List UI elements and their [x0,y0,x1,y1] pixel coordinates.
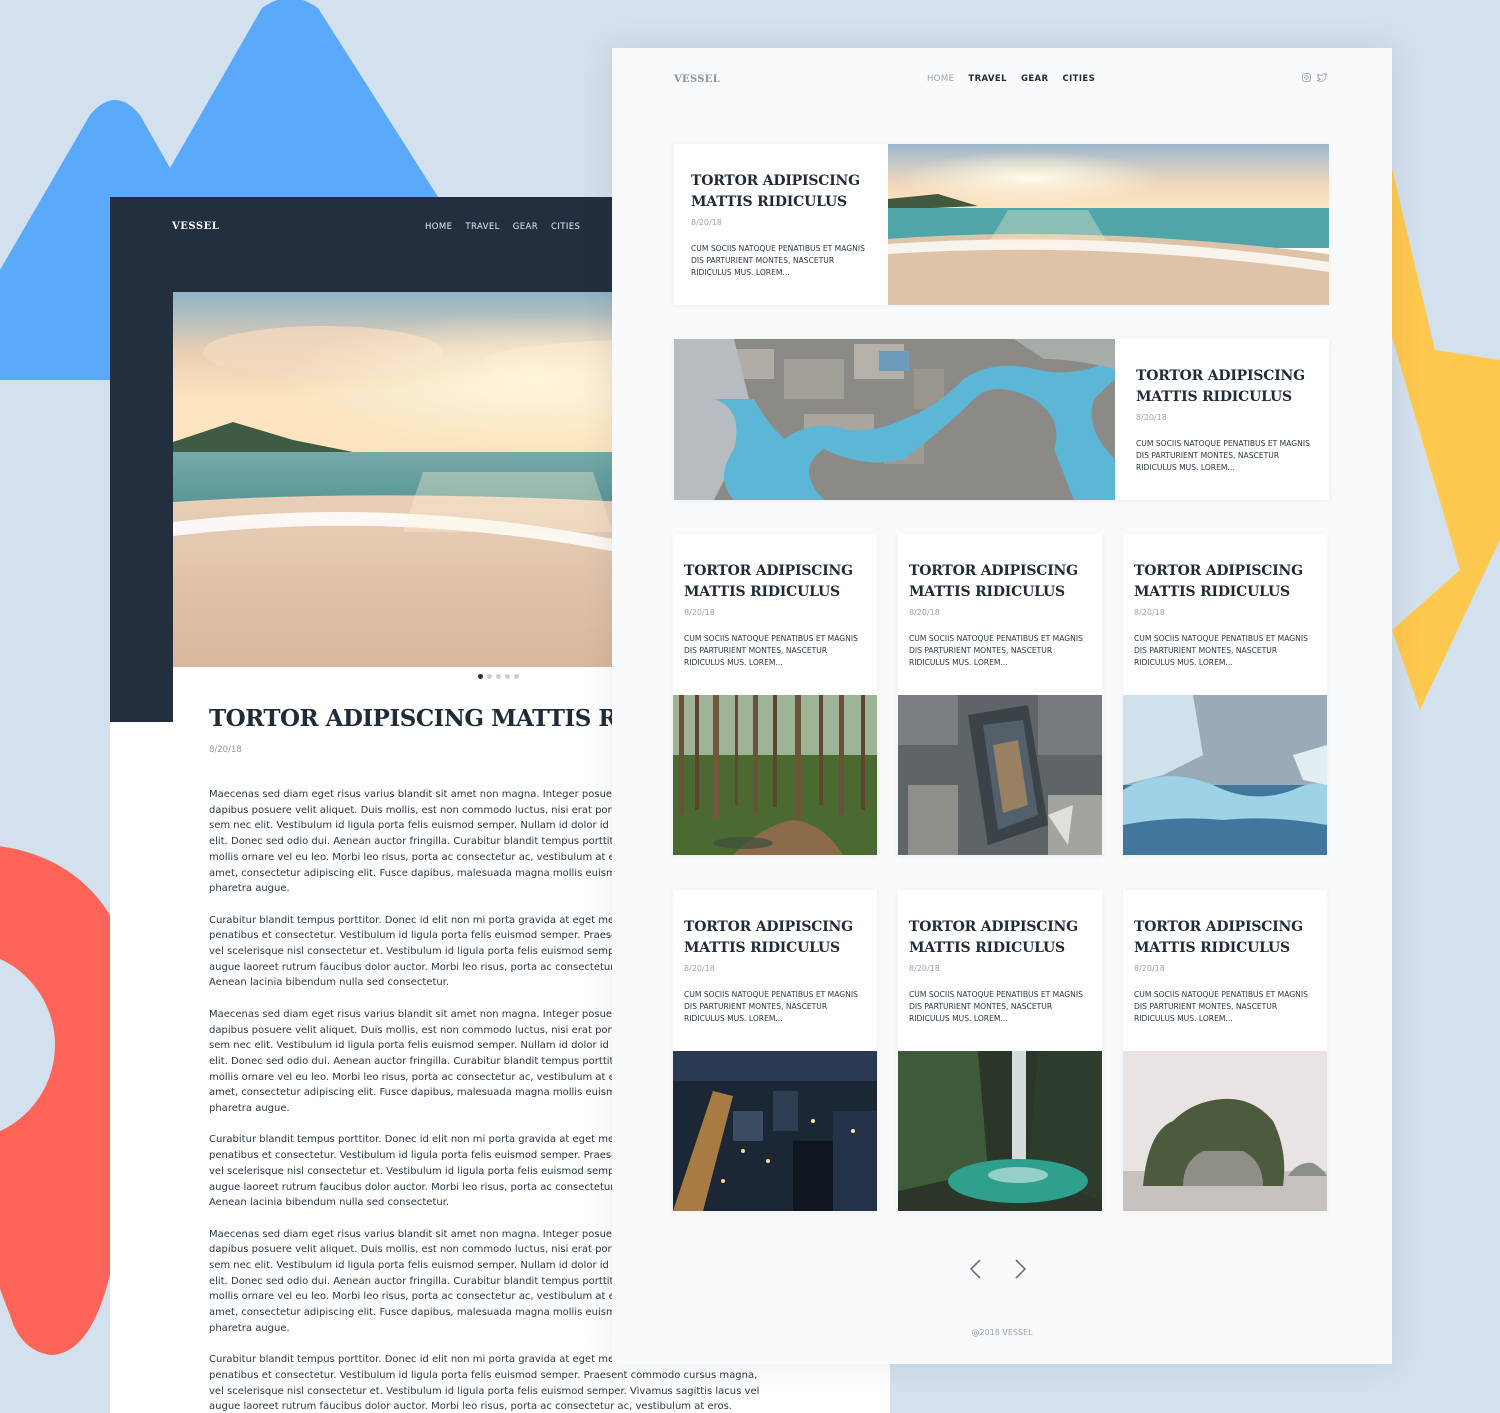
post-excerpt: CUM SOCIIS NATOQUE PENATIBUS ET MAGNIS D… [1134,634,1308,667]
forest-image[interactable] [673,695,877,855]
twitter-icon[interactable] [1317,73,1327,82]
carousel-dots [478,674,519,679]
post-date: 8/20/18 [684,608,715,617]
post-title[interactable]: TORTOR ADIPISCING MATTIS RIDICULUS [1134,917,1324,959]
carousel-dot[interactable] [505,674,510,679]
carousel-dot[interactable] [514,674,519,679]
beach-sunset-image[interactable] [888,144,1329,305]
post-card-text: TORTOR ADIPISCING MATTIS RIDICULUS 8/20/… [674,144,888,305]
post-excerpt: CUM SOCIIS NATOQUE PENATIBUS ET MAGNIS D… [909,634,1083,667]
city-night-image[interactable] [673,1051,877,1211]
chevron-right-icon [1015,1259,1027,1279]
post-title[interactable]: TORTOR ADIPISCING MATTIS RIDICULUS [684,917,874,959]
post-excerpt: CUM SOCIIS NATOQUE PENATIBUS ET MAGNIS D… [909,990,1083,1023]
article-date: 8/20/18 [209,745,242,755]
instagram-icon[interactable] [1302,73,1311,82]
yellow-star-shape [1390,160,1500,710]
carousel-dot[interactable] [478,674,483,679]
nav-item-cities[interactable]: CITIES [551,222,580,232]
skyscraper-aerial-image[interactable] [898,695,1102,855]
post-card[interactable]: TORTOR ADIPISCING MATTIS RIDICULUS 8/20/… [1123,890,1327,1211]
post-title[interactable]: TORTOR ADIPISCING MATTIS RIDICULUS [1136,366,1326,408]
post-date: 8/20/18 [909,608,940,617]
post-card[interactable]: TORTOR ADIPISCING MATTIS RIDICULUS 8/20/… [898,890,1102,1211]
karst-island-image[interactable] [1123,1051,1327,1211]
post-title[interactable]: TORTOR ADIPISCING MATTIS RIDICULUS [684,561,874,603]
chevron-left-icon [969,1259,981,1279]
waterfall-image[interactable] [898,1051,1102,1211]
logo[interactable]: VESSEL [172,221,219,232]
post-date: 8/20/18 [909,964,940,973]
post-date: 8/20/18 [1136,413,1167,422]
post-title[interactable]: TORTOR ADIPISCING MATTIS RIDICULUS [909,917,1099,959]
post-date: 8/20/18 [684,964,715,973]
nav-item-home[interactable]: HOME [425,222,452,232]
post-excerpt: CUM SOCIIS NATOQUE PENATIBUS ET MAGNIS D… [684,634,858,667]
glacier-image[interactable] [1123,695,1327,855]
post-title[interactable]: TORTOR ADIPISCING MATTIS RIDICULUS [909,561,1099,603]
nav-item-gear[interactable]: GEAR [1021,74,1049,84]
nav-item-home[interactable]: HOME [927,74,954,84]
post-excerpt: CUM SOCIIS NATOQUE PENATIBUS ET MAGNIS D… [1134,990,1308,1023]
nav-item-travel[interactable]: TRAVEL [465,222,499,232]
post-date: 8/20/18 [1134,608,1165,617]
post-date: 8/20/18 [1134,964,1165,973]
post-excerpt: CUM SOCIIS NATOQUE PENATIBUS ET MAGNIS D… [1136,439,1310,472]
post-title[interactable]: TORTOR ADIPISCING MATTIS RIDICULUS [691,171,881,213]
main-nav: HOME TRAVEL GEAR CITIES [425,222,580,232]
aerial-city-water-image[interactable] [674,339,1115,500]
post-title[interactable]: TORTOR ADIPISCING MATTIS RIDICULUS [1134,561,1324,603]
carousel-dot[interactable] [496,674,501,679]
carousel-dot[interactable] [487,674,492,679]
post-card[interactable]: TORTOR ADIPISCING MATTIS RIDICULUS 8/20/… [674,339,1329,500]
post-card-text: TORTOR ADIPISCING MATTIS RIDICULUS 8/20/… [1115,339,1329,500]
logo[interactable]: VESSEL [674,74,720,85]
red-ring-shape [0,846,110,1355]
next-page-button[interactable] [1014,1258,1028,1280]
social-links [1302,73,1327,82]
main-nav: HOME TRAVEL GEAR CITIES [927,74,1095,84]
post-excerpt: CUM SOCIIS NATOQUE PENATIBUS ET MAGNIS D… [684,990,858,1023]
post-card[interactable]: TORTOR ADIPISCING MATTIS RIDICULUS 8/20/… [674,144,1329,305]
nav-item-gear[interactable]: GEAR [513,222,538,232]
nav-item-travel[interactable]: TRAVEL [968,74,1007,84]
post-card[interactable]: TORTOR ADIPISCING MATTIS RIDICULUS 8/20/… [898,534,1102,855]
footer-copyright: @2018 VESSEL [971,1328,1033,1337]
post-date: 8/20/18 [691,218,722,227]
post-card[interactable]: TORTOR ADIPISCING MATTIS RIDICULUS 8/20/… [673,890,877,1211]
post-excerpt: CUM SOCIIS NATOQUE PENATIBUS ET MAGNIS D… [691,244,865,277]
nav-item-cities[interactable]: CITIES [1062,74,1095,84]
index-page: VESSEL HOME TRAVEL GEAR CITIES TORTOR AD… [612,48,1392,1364]
post-card[interactable]: TORTOR ADIPISCING MATTIS RIDICULUS 8/20/… [1123,534,1327,855]
post-card[interactable]: TORTOR ADIPISCING MATTIS RIDICULUS 8/20/… [673,534,877,855]
prev-page-button[interactable] [968,1258,982,1280]
